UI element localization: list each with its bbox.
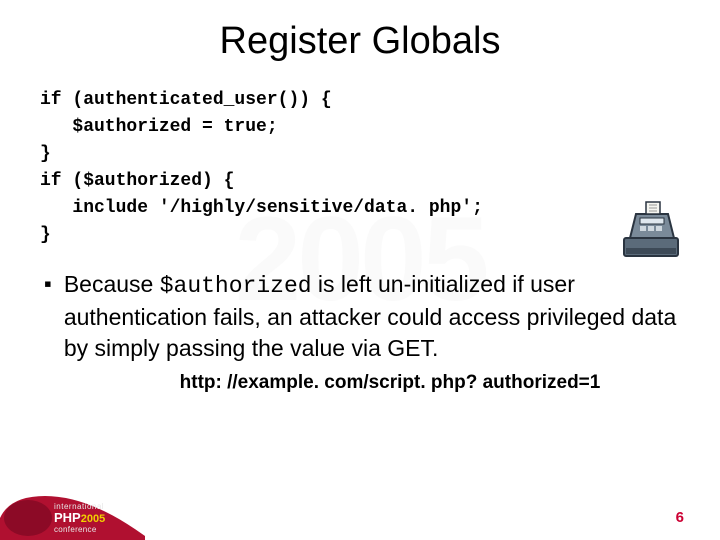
example-url: http: //example. com/script. php? author… — [40, 372, 680, 394]
conference-logo: international PHP2005 conference — [0, 488, 145, 540]
slide-title: Register Globals — [40, 20, 680, 63]
bullet-marker-icon: ▪ — [40, 269, 52, 299]
slide: 2005 Register Globals if (authenticated_… — [0, 0, 720, 540]
cash-register-icon — [616, 196, 686, 266]
bullet-item: ▪ Because $authorized is left un-initial… — [40, 269, 680, 364]
logo-line3: conference — [54, 526, 105, 534]
bullet-text: Because $authorized is left un-initializ… — [64, 269, 680, 364]
page-number: 6 — [676, 509, 684, 526]
code-block: if (authenticated_user()) { $authorized … — [40, 87, 680, 249]
logo-php: PHP — [54, 510, 81, 525]
bullet-pre: Because — [64, 271, 160, 297]
bullet-code: $authorized — [160, 273, 312, 299]
logo-year: 2005 — [81, 513, 105, 525]
logo-text: international PHP2005 conference — [54, 503, 105, 534]
